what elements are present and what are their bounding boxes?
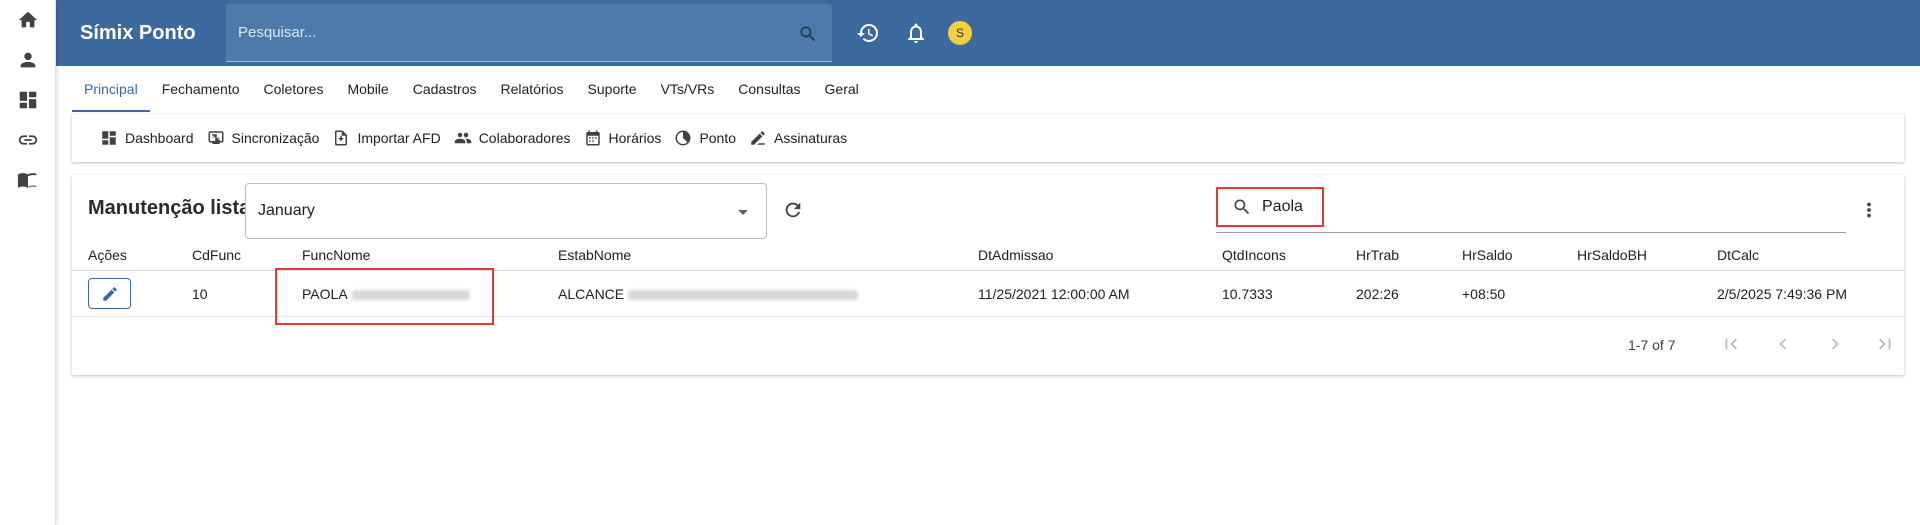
filter-field[interactable] xyxy=(1216,187,1846,233)
clock-icon xyxy=(675,130,691,146)
subnav-importar-afd[interactable]: Importar AFD xyxy=(332,129,441,147)
main-tabs: Principal Fechamento Coletores Mobile Ca… xyxy=(72,66,871,112)
header-cdfunc[interactable]: CdFunc xyxy=(192,247,241,263)
edit-button[interactable] xyxy=(88,278,131,309)
global-search[interactable] xyxy=(226,4,832,62)
subnav-label: Horários xyxy=(608,130,662,146)
sub-toolbar: Dashboard Sincronização Importar AFD Col… xyxy=(72,114,1904,162)
redacted-text xyxy=(351,290,470,301)
cell-hrsaldo: +08:50 xyxy=(1462,286,1506,302)
people-icon xyxy=(454,132,471,144)
cell-funcnome-text: PAOLA xyxy=(302,286,348,302)
first-page-icon[interactable] xyxy=(1720,333,1742,355)
list-title: Manutenção lista xyxy=(88,197,251,219)
dashboard-icon xyxy=(102,131,116,145)
tab-fechamento[interactable]: Fechamento xyxy=(150,66,252,112)
subnav-label: Colaboradores xyxy=(478,130,571,146)
pagination: 1-7 of 7 xyxy=(72,317,1904,371)
month-select-value: January xyxy=(258,202,315,219)
rail-book-button[interactable] xyxy=(0,160,56,200)
link-icon xyxy=(18,135,38,145)
cell-estabnome-text: ALCANCE xyxy=(558,286,625,302)
month-select[interactable]: January xyxy=(245,183,767,239)
filter-highlight-box xyxy=(1216,187,1324,227)
cell-dtadmissao: 11/25/2021 12:00:00 AM xyxy=(978,286,1130,302)
subnav-label: Assinaturas xyxy=(774,130,848,146)
last-page-icon[interactable] xyxy=(1874,333,1896,355)
header-acoes: Ações xyxy=(88,247,127,263)
person-icon xyxy=(20,52,36,68)
header-dtcalc[interactable]: DtCalc xyxy=(1717,247,1759,263)
next-page-icon[interactable] xyxy=(1824,333,1846,355)
header-estabnome[interactable]: EstabNome xyxy=(558,247,631,263)
subnav-label: Dashboard xyxy=(125,130,194,146)
table-header: Ações CdFunc FuncNome EstabNome DtAdmiss… xyxy=(72,243,1904,271)
dashboard-icon xyxy=(19,91,37,109)
pagination-range: 1-7 of 7 xyxy=(1628,337,1676,353)
refresh-icon[interactable] xyxy=(782,199,804,221)
header-hrtrab[interactable]: HrTrab xyxy=(1356,247,1399,263)
list-card: Manutenção lista January Ações CdFunc Fu… xyxy=(72,175,1904,375)
cell-cdfunc: 10 xyxy=(192,286,208,302)
header-dtadmissao[interactable]: DtAdmissao xyxy=(978,247,1053,263)
cell-estabnome: ALCANCE xyxy=(558,286,859,302)
chevron-down-icon xyxy=(738,210,748,215)
subnav-dashboard[interactable]: Dashboard xyxy=(100,129,194,147)
subnav-assinaturas[interactable]: Assinaturas xyxy=(749,129,847,147)
rail-home-button[interactable] xyxy=(0,0,56,40)
top-app-bar: Símix Ponto S xyxy=(56,0,1920,66)
subnav-label: Importar AFD xyxy=(357,130,441,146)
signature-icon xyxy=(751,131,765,145)
subnav-ponto[interactable]: Ponto xyxy=(674,129,736,147)
tab-coletores[interactable]: Coletores xyxy=(252,66,336,112)
tab-cadastros[interactable]: Cadastros xyxy=(401,66,489,112)
history-icon[interactable] xyxy=(856,21,880,45)
book-icon xyxy=(17,173,37,188)
filter-input[interactable] xyxy=(1262,198,1322,216)
prev-page-icon[interactable] xyxy=(1772,333,1794,355)
rail-link-button[interactable] xyxy=(0,120,56,160)
table-row[interactable]: 10 PAOLA ALCANCE 11/25/2021 12:00:00 AM … xyxy=(72,268,1904,325)
redacted-text xyxy=(628,290,859,301)
tab-suporte[interactable]: Suporte xyxy=(576,66,649,112)
global-search-input[interactable] xyxy=(238,24,778,41)
cell-dtcalc: 2/5/2025 7:49:36 PM xyxy=(1717,286,1847,302)
rail-dashboard-button[interactable] xyxy=(0,80,56,120)
cell-funcnome: PAOLA xyxy=(302,286,470,302)
header-funcnome[interactable]: FuncNome xyxy=(302,247,370,263)
tab-geral[interactable]: Geral xyxy=(813,66,871,112)
header-hrsaldobh[interactable]: HrSaldoBH xyxy=(1577,247,1647,263)
search-icon[interactable] xyxy=(798,24,818,44)
subnav-sincronizacao[interactable]: Sincronização xyxy=(207,129,320,147)
app-title: Símix Ponto xyxy=(80,21,196,44)
search-icon xyxy=(1234,199,1250,215)
subnav-label: Sincronização xyxy=(231,130,320,146)
tab-consultas[interactable]: Consultas xyxy=(726,66,812,112)
calendar-icon xyxy=(585,130,600,146)
header-qtdincons[interactable]: QtdIncons xyxy=(1222,247,1286,263)
bell-icon[interactable] xyxy=(904,21,928,45)
home-icon xyxy=(18,11,38,28)
import-icon xyxy=(335,130,348,146)
subnav-horarios[interactable]: Horários xyxy=(584,129,662,147)
subnav-label: Ponto xyxy=(699,130,737,146)
tab-principal[interactable]: Principal xyxy=(72,66,150,112)
cell-qtdincons: 10.7333 xyxy=(1222,286,1273,302)
sync-icon xyxy=(208,131,223,144)
tab-mobile[interactable]: Mobile xyxy=(335,66,400,112)
subnav-colaboradores[interactable]: Colaboradores xyxy=(454,129,571,147)
left-rail xyxy=(0,0,56,525)
tab-vts-vrs[interactable]: VTs/VRs xyxy=(649,66,727,112)
more-vertical-icon[interactable] xyxy=(1858,199,1880,221)
cell-hrtrab: 202:26 xyxy=(1356,286,1399,302)
user-avatar[interactable]: S xyxy=(948,21,972,45)
pencil-icon xyxy=(102,286,117,301)
rail-person-button[interactable] xyxy=(0,40,56,80)
tab-relatorios[interactable]: Relatórios xyxy=(489,66,576,112)
header-hrsaldo[interactable]: HrSaldo xyxy=(1462,247,1513,263)
